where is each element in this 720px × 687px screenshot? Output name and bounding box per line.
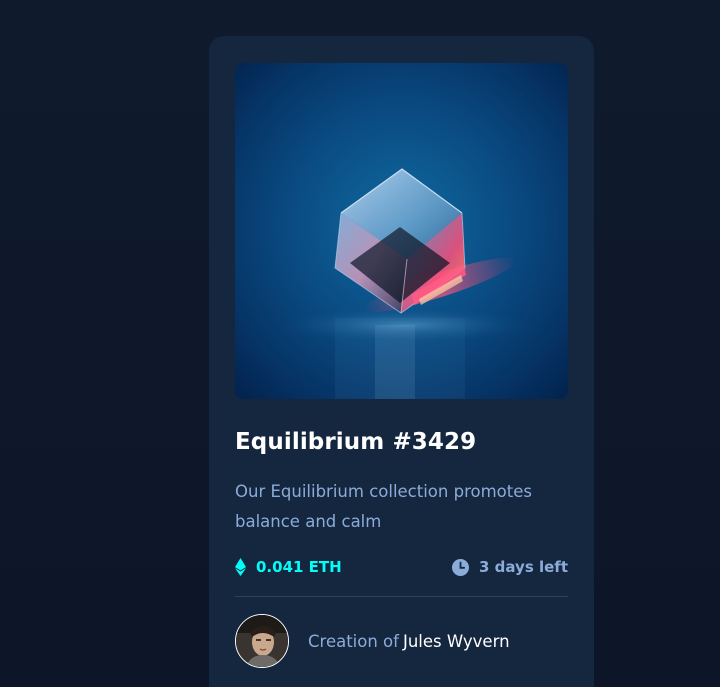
nft-card: Equilibrium #3429 Our Equilibrium collec… bbox=[209, 36, 594, 687]
creator-name[interactable]: Jules Wyvern bbox=[403, 632, 510, 651]
creator-row: Creation of Jules Wyvern bbox=[235, 614, 568, 668]
equilibrium-cube-image bbox=[235, 63, 568, 399]
nft-title[interactable]: Equilibrium #3429 bbox=[235, 427, 568, 457]
ethereum-icon bbox=[235, 558, 246, 576]
price-value: 0.041 ETH bbox=[256, 558, 342, 576]
avatar bbox=[235, 614, 289, 668]
divider bbox=[235, 596, 568, 597]
creator-prefix: Creation of bbox=[308, 631, 399, 651]
nft-image[interactable] bbox=[235, 63, 568, 399]
time-left-value: 3 days left bbox=[479, 558, 568, 576]
price: 0.041 ETH bbox=[235, 558, 342, 576]
nft-meta: 0.041 ETH 3 days left bbox=[235, 553, 568, 581]
page: Equilibrium #3429 Our Equilibrium collec… bbox=[0, 0, 720, 687]
creator-credit: Creation of Jules Wyvern bbox=[308, 632, 510, 651]
avatar-image bbox=[236, 615, 288, 667]
clock-icon bbox=[452, 558, 469, 576]
time-left: 3 days left bbox=[452, 558, 568, 576]
nft-description: Our Equilibrium collection promotes bala… bbox=[235, 482, 532, 531]
